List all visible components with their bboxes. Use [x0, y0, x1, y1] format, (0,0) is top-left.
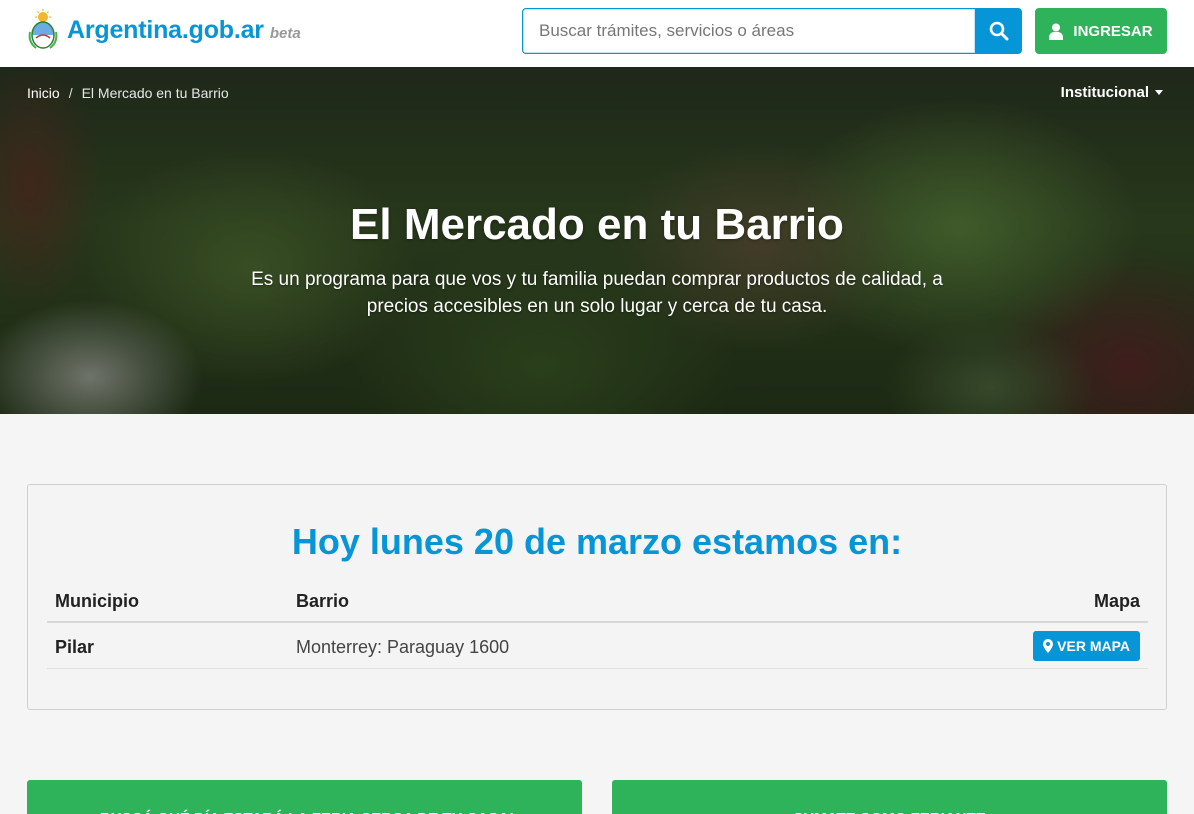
institutional-label: Institucional [1060, 84, 1149, 101]
join-vendor-button[interactable]: SUMATE COMO FERIANTE [612, 780, 1167, 814]
description-line-2: precios accesibles en un solo lugar y ce… [366, 296, 828, 317]
table-row: Pilar Monterrey: Paraguay 1600 VER MAPA [47, 625, 1148, 669]
column-header-mapa: Mapa [1093, 591, 1140, 611]
hero-banner: Inicio / El Mercado en tu Barrio Institu… [0, 67, 1194, 414]
cell-barrio: Monterrey: Paraguay 1600 [296, 637, 510, 657]
breadcrumb-item-current: El Mercado en tu Barrio [81, 85, 229, 101]
breadcrumb-separator: / [68, 85, 73, 101]
user-icon [1049, 23, 1064, 40]
description-line-1: Es un programa para que vos y tu familia… [251, 269, 943, 290]
column-header-municipio: Municipio [55, 591, 139, 611]
site-logo[interactable]: Argentina.gob.ar beta [27, 8, 301, 52]
institutional-dropdown[interactable]: Institucional [1061, 84, 1163, 101]
column-header-barrio: Barrio [296, 591, 350, 611]
login-button[interactable]: INGRESAR [1035, 8, 1167, 54]
national-seal-icon [28, 9, 58, 49]
map-marker-icon [1043, 639, 1054, 653]
view-map-label: VER MAPA [1057, 638, 1130, 654]
breadcrumb-item-home[interactable]: Inicio [27, 85, 60, 101]
search-icon [989, 21, 1008, 41]
page-title: El Mercado en tu Barrio [350, 200, 844, 249]
search-input[interactable] [522, 8, 975, 54]
caret-down-icon [1155, 90, 1163, 95]
beta-badge: beta [269, 24, 301, 42]
search-button[interactable] [975, 8, 1022, 54]
top-navbar: Argentina.gob.ar beta INGRESAR [0, 0, 1194, 67]
table-header: Municipio Barrio Mapa [47, 583, 1148, 623]
view-map-button[interactable]: VER MAPA [1033, 631, 1140, 661]
login-label: INGRESAR [1073, 22, 1153, 40]
today-location-panel: Hoy lunes 20 de marzo estamos en: Munici… [27, 484, 1167, 710]
page-description: Es un programa para que vos y tu familia… [197, 266, 997, 320]
cell-municipio: Pilar [55, 637, 95, 657]
search-bar [522, 8, 1022, 54]
logo-text: Argentina.gob.ar [67, 15, 264, 44]
breadcrumb: Inicio / El Mercado en tu Barrio [27, 85, 229, 101]
today-heading: Hoy lunes 20 de marzo estamos en: [291, 521, 903, 562]
find-fair-button[interactable]: ¡BUSCÁ QUÉ DÍA ESTARÁ LA FERIA CERCA DE … [27, 780, 582, 814]
